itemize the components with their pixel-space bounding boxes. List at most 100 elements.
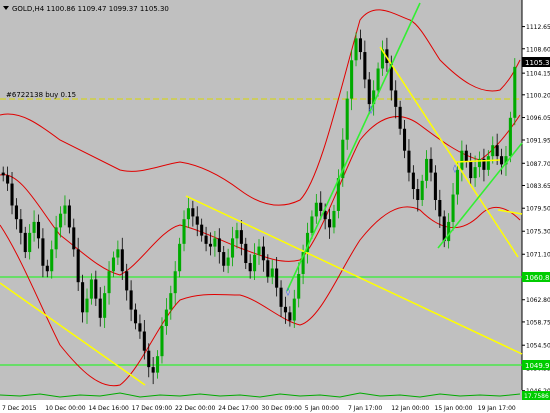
x-tick-label: 15 Jan 00:00: [435, 405, 473, 412]
bull-candle: [257, 246, 261, 255]
bull-candle: [178, 243, 182, 272]
bear-candle: [279, 287, 283, 307]
bear-candle: [411, 172, 415, 190]
bull-candle: [292, 298, 296, 321]
bull-candle: [173, 271, 177, 294]
bear-candle: [398, 106, 402, 129]
bull-candle: [103, 293, 107, 318]
bull-candle: [425, 158, 429, 181]
bull-candle: [89, 279, 93, 299]
fractal-marker: ◊: [286, 287, 290, 296]
x-tick-label: 24 Dec 17:00: [218, 405, 259, 412]
bull-candle: [451, 194, 455, 222]
bear-candle: [433, 172, 437, 200]
fractal-marker: ◊: [453, 164, 457, 173]
bear-candle: [133, 309, 138, 324]
plot-area[interactable]: [0, 0, 522, 390]
y-tick-label: 1071.10: [526, 252, 550, 259]
bear-candle: [195, 216, 199, 225]
bull-candle: [447, 221, 451, 242]
bull-candle: [85, 298, 89, 313]
green-level-2-label: 1049.95: [525, 362, 550, 370]
bear-candle: [23, 232, 27, 253]
bull-candle: [28, 232, 32, 253]
x-tick-label: 22 Dec 00:00: [175, 405, 216, 412]
bull-candle: [332, 210, 336, 228]
y-tick-label: 1087.70: [526, 161, 550, 168]
bull-candle: [491, 145, 495, 157]
bear-candle: [244, 243, 248, 264]
bull-candle: [310, 216, 314, 233]
bull-candle: [420, 180, 424, 200]
bear-candle: [442, 216, 446, 242]
bear-candle: [76, 249, 80, 283]
bear-candle: [81, 282, 85, 313]
bull-candle: [297, 273, 301, 299]
x-tick-label: 5 Jan 00:00: [305, 405, 339, 412]
bear-candle: [151, 367, 155, 373]
bear-candle: [1, 172, 5, 176]
bear-candle: [72, 227, 76, 250]
bear-candle: [358, 38, 362, 53]
bear-candle: [10, 183, 14, 206]
y-tick-label: 1054.50: [526, 343, 550, 350]
bull-candle: [513, 66, 517, 118]
bull-candle: [486, 156, 490, 170]
bull-candle: [32, 221, 36, 233]
bear-candle: [275, 268, 279, 288]
bull-candle: [253, 254, 257, 272]
bear-candle: [191, 208, 195, 217]
symbol-info: GOLD,H4 1100.86 1109.47 1099.37 1105.30: [12, 5, 169, 13]
bear-candle: [19, 219, 23, 233]
chart-window[interactable]: 1112.65 1108.60 1104.15 1100.20 1096.05 1091.…: [0, 0, 550, 413]
bear-candle: [328, 219, 332, 228]
trade-label[interactable]: #6722138 buy 0.15: [6, 91, 76, 99]
y-tick-label: 1112.65: [526, 24, 550, 31]
bull-candle: [350, 60, 354, 99]
bull-candle: [345, 98, 349, 140]
sub-window-label: 17.7586: [524, 393, 549, 400]
bear-candle: [367, 79, 371, 105]
y-tick-label: 1083.65: [526, 183, 550, 190]
bear-candle: [6, 175, 10, 184]
bull-candle: [164, 309, 168, 327]
bull-candle: [460, 150, 464, 170]
y-tick-label: 1058.75: [526, 319, 550, 326]
x-tick-label: 7 Jan 17:00: [348, 405, 382, 412]
fractal-marker: ◊: [369, 105, 373, 114]
bear-candle: [438, 200, 442, 217]
bull-candle: [186, 208, 190, 220]
bull-candle: [473, 167, 477, 179]
bear-candle: [142, 331, 146, 351]
bear-candle: [120, 249, 124, 272]
bull-candle: [235, 230, 239, 239]
bear-candle: [266, 260, 270, 277]
bull-candle: [156, 356, 160, 373]
bear-candle: [416, 189, 420, 200]
bear-candle: [98, 298, 102, 318]
bull-candle: [116, 249, 120, 258]
bull-candle: [376, 68, 380, 91]
bull-candle: [50, 249, 54, 272]
bull-candle: [230, 238, 235, 258]
bull-candle: [160, 326, 164, 357]
bear-candle: [67, 205, 71, 228]
x-tick-label: 7 Dec 2015: [2, 405, 37, 412]
bull-candle: [111, 257, 116, 272]
x-tick-label: 12 Jan 00:00: [391, 405, 429, 412]
bull-candle: [63, 205, 67, 214]
bear-candle: [288, 312, 292, 321]
bull-candle: [455, 169, 460, 195]
bull-candle: [54, 227, 58, 250]
bear-candle: [394, 90, 398, 107]
bear-candle: [14, 205, 18, 220]
bull-candle: [270, 268, 274, 277]
bear-candle: [208, 243, 213, 247]
bear-candle: [363, 52, 367, 80]
bear-candle: [261, 246, 265, 261]
green-level-1-label: 1060.81: [525, 274, 550, 282]
bull-candle: [213, 238, 217, 247]
bear-candle: [129, 290, 133, 310]
y-tick-label: 1100.20: [526, 92, 550, 99]
bear-candle: [464, 150, 468, 162]
